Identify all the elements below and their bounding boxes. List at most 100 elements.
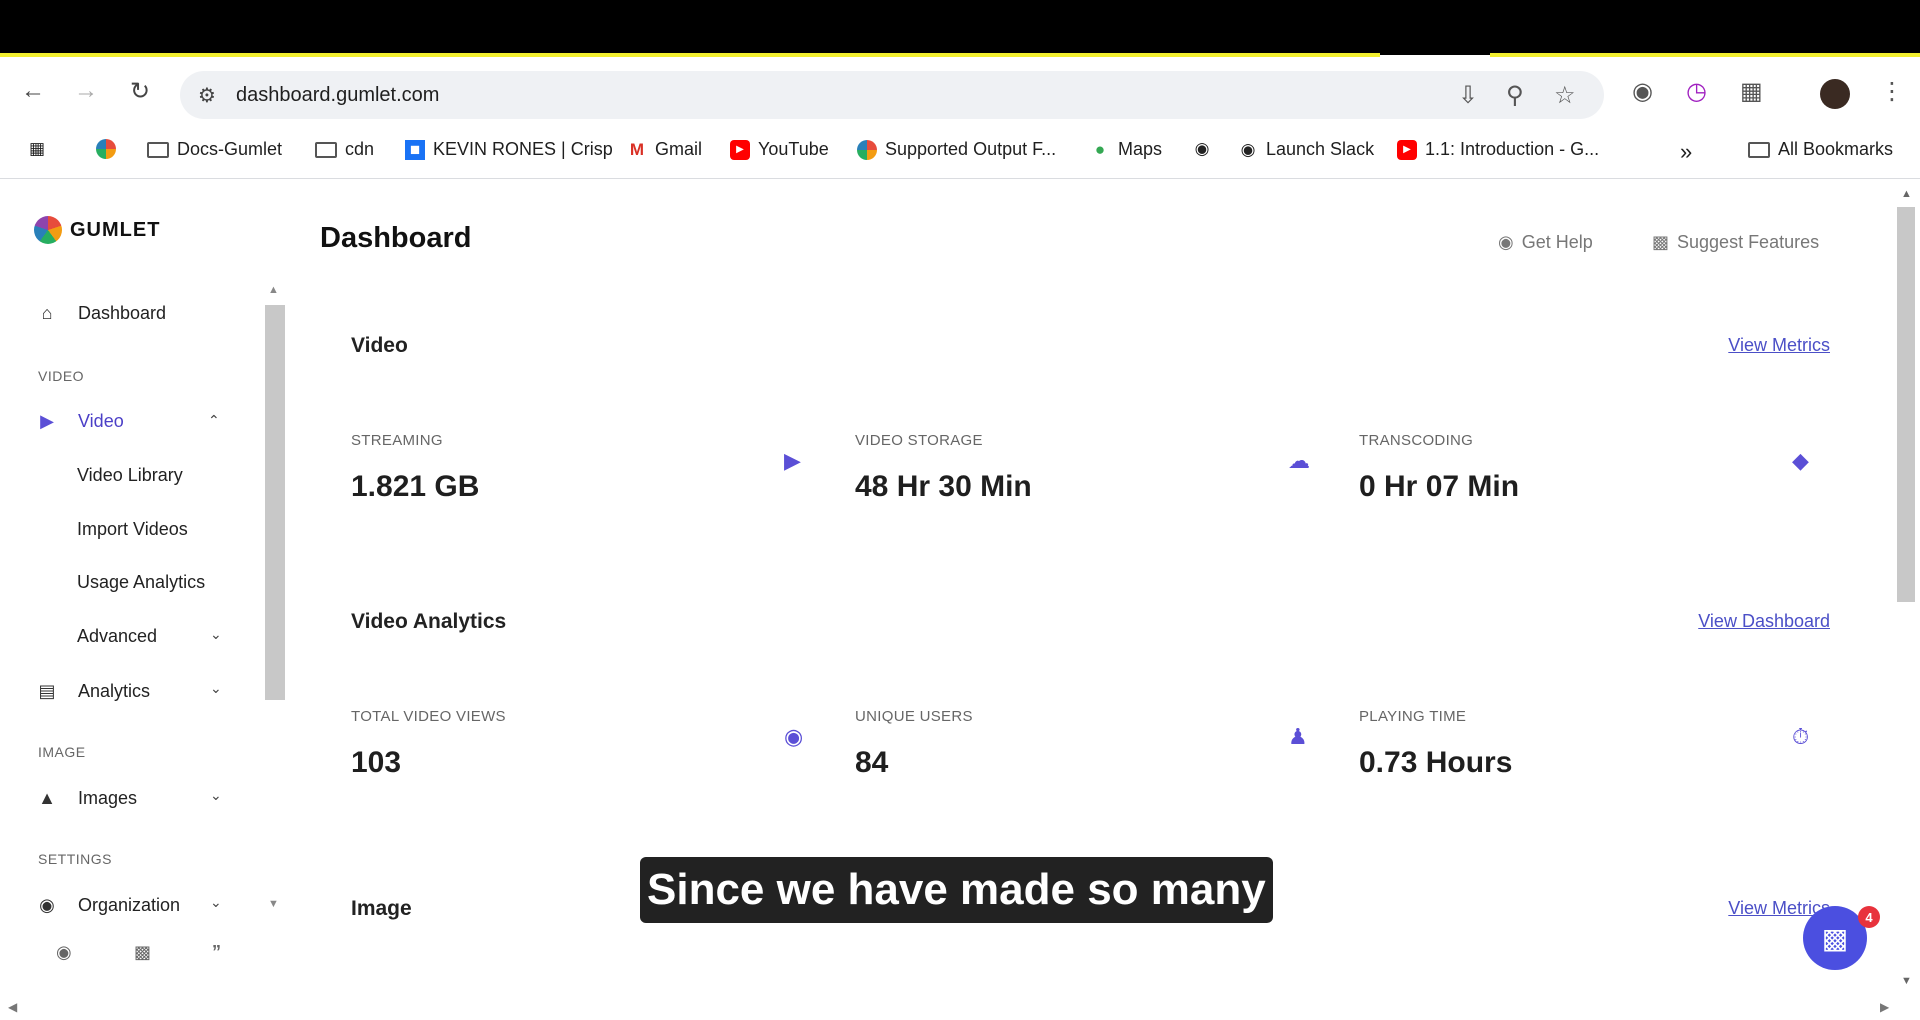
get-help-link[interactable]: ◉ Get Help — [1498, 232, 1593, 253]
stopwatch-icon: ⏱ — [1792, 724, 1810, 749]
sidebar-item-analytics[interactable]: ▤ Analytics — [36, 680, 150, 702]
bookmark-supported-output[interactable]: Supported Output F... — [857, 139, 1056, 160]
site-settings-icon[interactable]: ⚙ — [198, 83, 216, 108]
chat-icon[interactable]: ▩ — [134, 942, 151, 963]
sidebar-item-images[interactable]: ▲ Images — [36, 787, 137, 809]
camera-icon[interactable]: ◉ — [1632, 77, 1653, 106]
maps-icon: ● — [1094, 139, 1106, 159]
bookmark-label: Supported Output F... — [885, 139, 1057, 159]
sidebar-item-label: Organization — [78, 894, 181, 915]
bookmark-label: YouTube — [758, 139, 829, 159]
help-icon[interactable]: ◉ — [56, 942, 72, 963]
section-label-video: VIDEO — [38, 368, 85, 384]
stat-label-unique-users: UNIQUE USERS — [855, 708, 973, 725]
page-scroll-down-icon[interactable]: ▼ — [1901, 975, 1912, 987]
chat-icon: ▩ — [1652, 232, 1670, 252]
address-bar[interactable]: ⚙ dashboard.gumlet.com ⇩ ⚲ ☆ — [180, 71, 1604, 119]
reload-icon[interactable]: ↻ — [124, 75, 156, 107]
sidebar-item-advanced[interactable]: Advanced — [77, 626, 157, 647]
chevron-down-icon[interactable]: ⌄ — [210, 680, 222, 697]
all-bookmarks[interactable]: All Bookmarks — [1748, 139, 1893, 160]
sidebar-scrollbar[interactable] — [265, 305, 285, 700]
scroll-right-icon[interactable]: ▶ — [1880, 1000, 1889, 1014]
section-title-video: Video — [351, 334, 408, 357]
install-app-icon[interactable]: ⇩ — [1458, 81, 1478, 110]
bookmark-youtube[interactable]: ▶ YouTube — [730, 139, 829, 160]
bookmark-gmail[interactable]: M Gmail — [627, 139, 702, 160]
layers-icon: ◆ — [1792, 448, 1809, 473]
bookmark-label: KEVIN RONES | Crisp — [433, 139, 613, 159]
folder-icon — [147, 141, 169, 158]
bookmark-label: Gmail — [655, 139, 703, 159]
home-icon: ⌂ — [41, 302, 53, 323]
chevron-down-icon[interactable]: ⌄ — [210, 894, 222, 911]
view-metrics-link[interactable]: View Metrics — [1728, 335, 1830, 356]
url-text[interactable]: dashboard.gumlet.com — [236, 84, 439, 107]
gumlet-logo[interactable]: GUMLET — [34, 216, 160, 244]
chevron-down-icon[interactable]: ⌄ — [210, 626, 222, 643]
bookmark-label: cdn — [345, 139, 375, 159]
chat-bubble-icon: ▩ — [1821, 922, 1849, 954]
section-label-settings: SETTINGS — [38, 851, 113, 867]
sidebar-item-label: Dashboard — [78, 302, 167, 323]
stat-label-total-video-views: TOTAL VIDEO VIEWS — [351, 708, 506, 725]
sidebar-item-video[interactable]: ▶ Video — [36, 410, 124, 432]
gumlet-icon — [857, 139, 877, 160]
sidebar-item-usage-analytics[interactable]: Usage Analytics — [77, 572, 205, 593]
section-title-video-analytics: Video Analytics — [351, 610, 507, 633]
video-icon: ▶ — [40, 410, 54, 431]
browser-toolbar: ← → ↻ ⚙ dashboard.gumlet.com ⇩ ⚲ ☆ ◉ ◷ ▦… — [0, 57, 1920, 127]
menu-icon[interactable]: ⋮ — [1880, 77, 1904, 106]
bookmark-maps[interactable]: ● Maps — [1090, 139, 1162, 160]
bookmark-introduction[interactable]: ▶ 1.1: Introduction - G... — [1397, 139, 1599, 160]
quote-icon[interactable]: ” — [212, 942, 221, 963]
more-bookmarks-icon[interactable]: » — [1680, 139, 1692, 165]
view-dashboard-link[interactable]: View Dashboard — [1698, 611, 1830, 632]
clock-extension-icon[interactable]: ◷ — [1686, 77, 1707, 106]
sidebar-item-video-library[interactable]: Video Library — [77, 465, 183, 486]
back-icon[interactable]: ← — [17, 75, 49, 107]
gumlet-bookmark-icon[interactable] — [96, 139, 116, 159]
stat-value-total-video-views: 103 — [351, 746, 402, 779]
sidebar: GUMLET ⌂ Dashboard VIDEO ▶ Video ⌃ Video… — [0, 180, 290, 1000]
stat-value-unique-users: 84 — [855, 746, 889, 779]
folder-icon — [1748, 141, 1770, 158]
zoom-icon[interactable]: ⚲ — [1506, 81, 1524, 110]
sidebar-item-import-videos[interactable]: Import Videos — [77, 519, 188, 540]
get-help-label: Get Help — [1521, 232, 1593, 252]
bookmark-launch-slack[interactable]: ◉ Launch Slack — [1238, 139, 1375, 160]
scroll-up-arrow-icon[interactable]: ▲ — [268, 284, 279, 296]
profile-avatar[interactable] — [1820, 79, 1850, 109]
forward-icon[interactable]: → — [70, 75, 102, 107]
scroll-down-arrow-icon[interactable]: ▼ — [268, 898, 279, 910]
sidebar-item-organization[interactable]: ◉ Organization — [36, 894, 180, 916]
bookmark-star-icon[interactable]: ☆ — [1554, 81, 1576, 110]
page-title: Dashboard — [320, 222, 472, 254]
apps-grid-icon[interactable]: ▦ — [27, 139, 47, 159]
brand-name: GUMLET — [70, 218, 161, 241]
suggest-features-link[interactable]: ▩ Suggest Features — [1652, 232, 1819, 253]
cloud-check-icon: ☁ — [1288, 448, 1310, 473]
page-scroll-up-icon[interactable]: ▲ — [1901, 188, 1912, 200]
extensions-icon[interactable]: ▦ — [1740, 77, 1763, 106]
broadcast-icon: ◉ — [784, 724, 804, 749]
horizontal-scrollbar[interactable] — [0, 1000, 1920, 1020]
sidebar-item-label: Images — [78, 787, 138, 808]
bookmark-cdn[interactable]: cdn — [315, 139, 374, 160]
youtube-icon: ▶ — [730, 139, 750, 160]
globe-icon: ◉ — [1194, 139, 1210, 158]
crisp-icon: ■ — [405, 139, 425, 160]
scroll-left-icon[interactable]: ◀ — [8, 1000, 17, 1014]
bookmark-docs-gumlet[interactable]: Docs-Gumlet — [147, 139, 282, 160]
sidebar-item-dashboard[interactable]: ⌂ Dashboard — [36, 302, 167, 324]
stat-label-playing-time: PLAYING TIME — [1359, 708, 1467, 725]
chat-notification-badge: 4 — [1858, 906, 1880, 928]
bookmark-label: 1.1: Introduction - G... — [1425, 139, 1600, 159]
stat-label-video-storage: VIDEO STORAGE — [855, 432, 983, 449]
users-icon: ♟ — [1288, 724, 1308, 749]
chevron-down-icon[interactable]: ⌄ — [210, 787, 222, 804]
chevron-up-icon[interactable]: ⌃ — [208, 412, 220, 429]
bookmark-globe[interactable]: ◉ — [1192, 139, 1212, 159]
page-scrollbar[interactable] — [1897, 207, 1915, 602]
bookmark-crisp[interactable]: ■ KEVIN RONES | Crisp — [405, 139, 613, 160]
